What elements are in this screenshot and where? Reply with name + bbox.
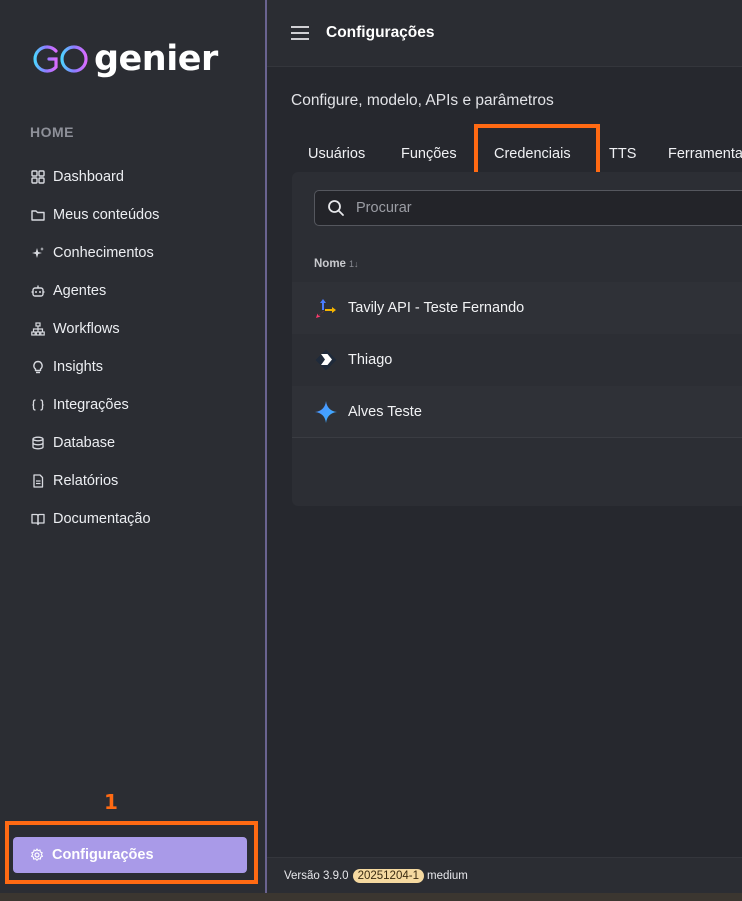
search-input[interactable]: [356, 200, 686, 216]
sidebar-item-label: Integrações: [53, 397, 129, 413]
sidebar-item-conhecimentos[interactable]: Conhecimentos: [30, 234, 250, 272]
build-badge: 20251204-1: [352, 868, 424, 883]
tab-usuarios[interactable]: Usuários: [308, 134, 365, 174]
sidebar-item-insights[interactable]: Insights: [30, 348, 250, 386]
sidebar-item-label: Insights: [53, 359, 103, 375]
tavily-icon: [314, 296, 338, 320]
go-logo-icon: [33, 45, 88, 73]
sidebar-item-label: Database: [53, 435, 116, 451]
folder-icon: [30, 207, 46, 223]
sidebar-item-integracoes[interactable]: Integrações: [30, 386, 250, 424]
search-icon: [328, 200, 344, 216]
settings-label: Configurações: [52, 847, 154, 863]
sidebar-item-label: Relatórios: [53, 473, 119, 489]
credential-name: Thiago: [348, 352, 393, 368]
sidebar-item-label: Meus conteúdos: [53, 207, 160, 223]
database-icon: [30, 435, 46, 451]
credential-name: Tavily API - Teste Fernando: [348, 300, 525, 316]
report-icon: [30, 473, 46, 489]
search-box[interactable]: [314, 190, 742, 226]
column-header-nome[interactable]: Nome 1↓: [314, 258, 358, 270]
sidebar-item-label: Conhecimentos: [53, 245, 154, 261]
gemini-star-icon: [314, 400, 338, 424]
sidebar-settings-button[interactable]: Configurações: [13, 837, 247, 873]
table-row[interactable]: Thiago: [292, 334, 742, 386]
sidebar: genier HOME Dashboard Meus conteúdos Con…: [0, 0, 267, 901]
grid-icon: [30, 169, 46, 185]
sidebar-item-label: Dashboard: [53, 169, 124, 185]
page-subtitle: Configure, modelo, APIs e parâmetros: [291, 92, 554, 109]
table-row[interactable]: Alves Teste: [292, 386, 742, 438]
braces-icon: [30, 397, 46, 413]
arrow-logo-icon: [314, 348, 338, 372]
sidebar-item-label: Documentação: [53, 511, 151, 527]
annotation-step-1: 1: [104, 790, 118, 814]
tab-tts[interactable]: TTS: [609, 134, 636, 174]
top-bar: Configurações: [267, 0, 742, 67]
page-title: Configurações: [326, 24, 435, 41]
sparkle-icon: [30, 245, 46, 261]
sidebar-nav: Dashboard Meus conteúdos Conhecimentos A…: [30, 158, 250, 538]
gear-icon: [30, 848, 44, 862]
build-size: medium: [426, 869, 468, 882]
sidebar-item-dashboard[interactable]: Dashboard: [30, 158, 250, 196]
sidebar-item-label: Agentes: [53, 283, 107, 299]
sidebar-item-documentacao[interactable]: Documentação: [30, 500, 250, 538]
sidebar-item-agentes[interactable]: Agentes: [30, 272, 250, 310]
column-header-label: Nome: [314, 258, 346, 270]
sidebar-item-label: Workflows: [53, 321, 120, 337]
workflow-icon: [30, 321, 46, 337]
sidebar-item-database[interactable]: Database: [30, 424, 250, 462]
brand-name: genier: [94, 38, 218, 79]
version-label: Versão 3.9.0: [284, 869, 349, 882]
sidebar-item-relatorios[interactable]: Relatórios: [30, 462, 250, 500]
robot-icon: [30, 283, 46, 299]
bottom-strip: [0, 893, 742, 901]
tab-ferramentas[interactable]: Ferramenta: [668, 134, 742, 174]
credential-name: Alves Teste: [348, 403, 422, 420]
sidebar-item-meus-conteudos[interactable]: Meus conteúdos: [30, 196, 250, 234]
sidebar-item-workflows[interactable]: Workflows: [30, 310, 250, 348]
book-icon: [30, 511, 46, 527]
lightbulb-icon: [30, 359, 46, 375]
brand-logo[interactable]: genier: [30, 38, 218, 80]
nav-heading-home: HOME: [30, 124, 74, 140]
sort-icon: 1↓: [348, 259, 359, 269]
hamburger-icon[interactable]: [291, 26, 309, 40]
table-row[interactable]: Tavily API - Teste Fernando: [292, 282, 742, 334]
footer-version: Versão 3.9.0 20251204-1 medium: [267, 857, 742, 893]
tab-funcoes[interactable]: Funções: [401, 134, 457, 174]
